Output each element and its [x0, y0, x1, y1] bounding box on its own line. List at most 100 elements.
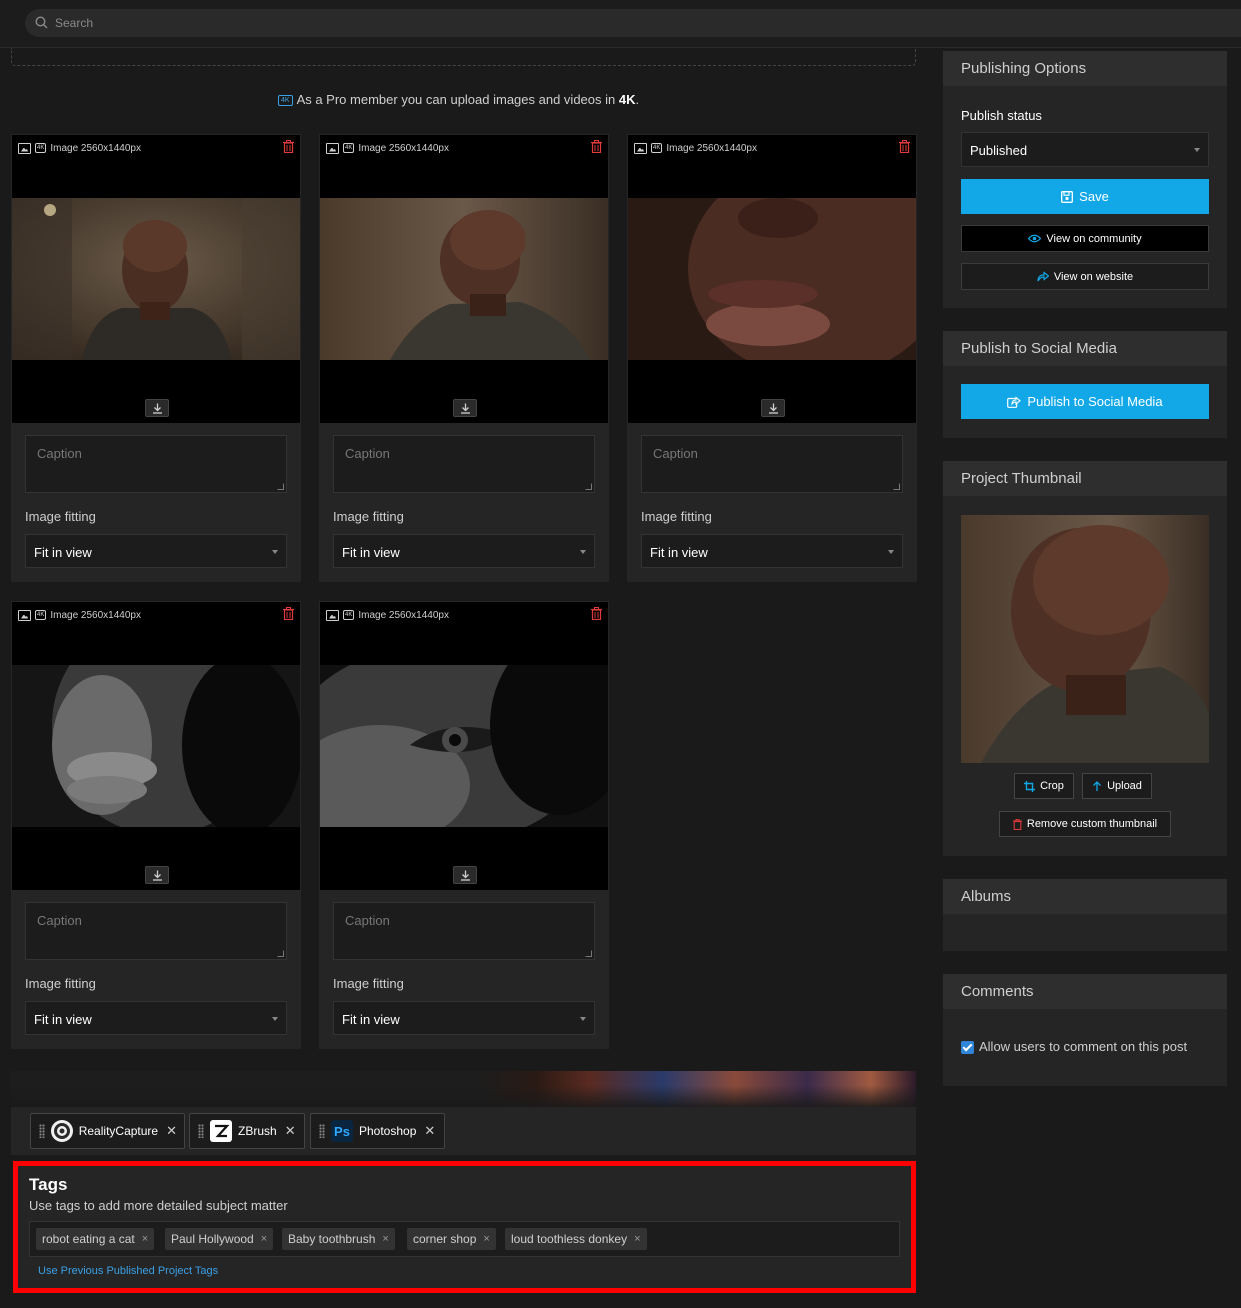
view-on-website-button[interactable]: View on website — [961, 263, 1209, 290]
upload-dropzone[interactable] — [11, 48, 916, 66]
panel-title: Publish to Social Media — [943, 331, 1227, 366]
download-button[interactable] — [453, 866, 477, 884]
software-name: Photoshop — [359, 1124, 417, 1138]
top-bar: Search — [0, 0, 1241, 48]
eye-icon — [1028, 234, 1042, 243]
software-chip-realitycapture[interactable]: RealityCapture ✕ — [30, 1113, 185, 1149]
tags-section: Tags Use tags to add more detailed subje… — [13, 1161, 916, 1293]
image-fitting-label: Image fitting — [333, 509, 404, 524]
remove-tag-icon[interactable]: × — [483, 1233, 489, 1245]
software-name: RealityCapture — [78, 1124, 159, 1138]
image-fitting-label: Image fitting — [333, 976, 404, 991]
media-preview: 4K Image 2560x1440px — [320, 135, 608, 423]
remove-tag-icon[interactable]: × — [261, 1233, 267, 1245]
photo-eye-bw — [320, 665, 608, 827]
close-icon[interactable]: ✕ — [424, 1123, 435, 1139]
publishing-options-panel: Publishing Options Publish status Publis… — [943, 51, 1227, 308]
download-button[interactable] — [145, 866, 169, 884]
media-type-label: Image 2560x1440px — [358, 609, 449, 621]
caption-input[interactable]: Caption — [25, 435, 287, 493]
chevron-down-icon — [580, 1017, 586, 1021]
trash-icon[interactable] — [283, 140, 294, 153]
panel-title: Comments — [943, 974, 1227, 1009]
download-button[interactable] — [453, 399, 477, 417]
crop-button[interactable]: Crop — [1014, 773, 1074, 799]
image-fitting-select[interactable]: Fit in view — [333, 1001, 595, 1035]
search-input[interactable]: Search — [25, 9, 1241, 37]
software-name: ZBrush — [238, 1124, 277, 1138]
thumbnail-image — [961, 515, 1209, 763]
allow-comments-label: Allow users to comment on this post — [979, 1039, 1188, 1054]
albums-panel: Albums — [943, 879, 1227, 951]
tags-subtitle: Use tags to add more detailed subject ma… — [29, 1198, 288, 1213]
photo-face-bw — [12, 665, 300, 827]
panel-title: Project Thumbnail — [943, 461, 1227, 496]
panel-title: Albums — [943, 879, 1227, 914]
chevron-down-icon — [580, 550, 586, 554]
caption-input[interactable]: Caption — [641, 435, 903, 493]
download-button[interactable] — [761, 399, 785, 417]
media-preview: 4K Image 2560x1440px — [320, 602, 608, 890]
publish-status-label: Publish status — [961, 108, 1042, 123]
chevron-down-icon — [888, 550, 894, 554]
download-icon — [769, 403, 778, 414]
caption-input[interactable]: Caption — [333, 902, 595, 960]
media-card: 4K Image 2560x1440px Caption Image fittin… — [319, 134, 609, 582]
publish-status-select[interactable]: Published — [961, 132, 1209, 167]
download-icon — [461, 403, 470, 414]
trash-icon — [1012, 818, 1022, 830]
search-icon — [35, 16, 48, 29]
publish-social-button[interactable]: Publish to Social Media — [961, 384, 1209, 419]
chevron-down-icon — [272, 1017, 278, 1021]
upload-button[interactable]: Upload — [1082, 773, 1152, 799]
photo-lips-closeup — [628, 198, 916, 360]
search-placeholder: Search — [55, 16, 94, 30]
drag-handle-icon[interactable] — [319, 1124, 325, 1138]
zbrush-logo-icon — [210, 1120, 232, 1142]
image-fitting-select[interactable]: Fit in view — [641, 534, 903, 568]
tag-chip: corner shop × — [407, 1228, 496, 1250]
download-button[interactable] — [145, 399, 169, 417]
image-type-icon — [18, 142, 31, 154]
4k-icon: 4K — [35, 610, 47, 620]
panel-title: Publishing Options — [943, 51, 1227, 86]
media-preview: 4K Image 2560x1440px — [628, 135, 916, 423]
share-square-icon — [1007, 395, 1022, 408]
tag-chip: robot eating a cat × — [36, 1228, 155, 1250]
software-chip-photoshop[interactable]: Ps Photoshop ✕ — [310, 1113, 445, 1149]
remove-tag-icon[interactable]: × — [382, 1233, 388, 1245]
trash-icon[interactable] — [899, 140, 910, 153]
tag-chip: Baby toothbrush × — [282, 1228, 395, 1250]
download-icon — [461, 870, 470, 881]
remove-tag-icon[interactable]: × — [634, 1233, 640, 1245]
image-fitting-select[interactable]: Fit in view — [25, 1001, 287, 1035]
project-thumbnail-panel: Project Thumbnail Crop Upload Remove cus… — [943, 461, 1227, 856]
close-icon[interactable]: ✕ — [166, 1123, 177, 1139]
media-type-label: Image 2560x1440px — [666, 142, 757, 154]
image-fitting-select[interactable]: Fit in view — [333, 534, 595, 568]
trash-icon[interactable] — [283, 607, 294, 620]
allow-comments-checkbox[interactable] — [961, 1041, 974, 1054]
caption-input[interactable]: Caption — [25, 902, 287, 960]
caption-input[interactable]: Caption — [333, 435, 595, 493]
software-chip-zbrush[interactable]: ZBrush ✕ — [189, 1113, 305, 1149]
crop-icon — [1024, 780, 1036, 792]
trash-icon[interactable] — [591, 140, 602, 153]
download-icon — [153, 403, 162, 414]
remove-thumbnail-button[interactable]: Remove custom thumbnail — [999, 811, 1171, 837]
image-type-icon — [326, 609, 339, 621]
close-icon[interactable]: ✕ — [285, 1123, 296, 1139]
photoshop-logo-icon: Ps — [331, 1120, 353, 1142]
remove-tag-icon[interactable]: × — [142, 1233, 148, 1245]
media-preview: 4K Image 2560x1440px — [12, 135, 300, 423]
use-previous-tags-link[interactable]: Use Previous Published Project Tags — [38, 1265, 218, 1277]
4k-icon: 4K — [278, 95, 293, 106]
save-button[interactable]: Save — [961, 179, 1209, 214]
trash-icon[interactable] — [591, 607, 602, 620]
drag-handle-icon[interactable] — [198, 1124, 204, 1138]
drag-handle-icon[interactable] — [39, 1124, 45, 1138]
tags-input[interactable]: robot eating a cat × Paul Hollywood × Baby… — [29, 1221, 900, 1257]
image-fitting-select[interactable]: Fit in view — [25, 534, 287, 568]
view-on-community-button[interactable]: View on community — [961, 225, 1209, 252]
4k-icon: 4K — [35, 143, 47, 153]
